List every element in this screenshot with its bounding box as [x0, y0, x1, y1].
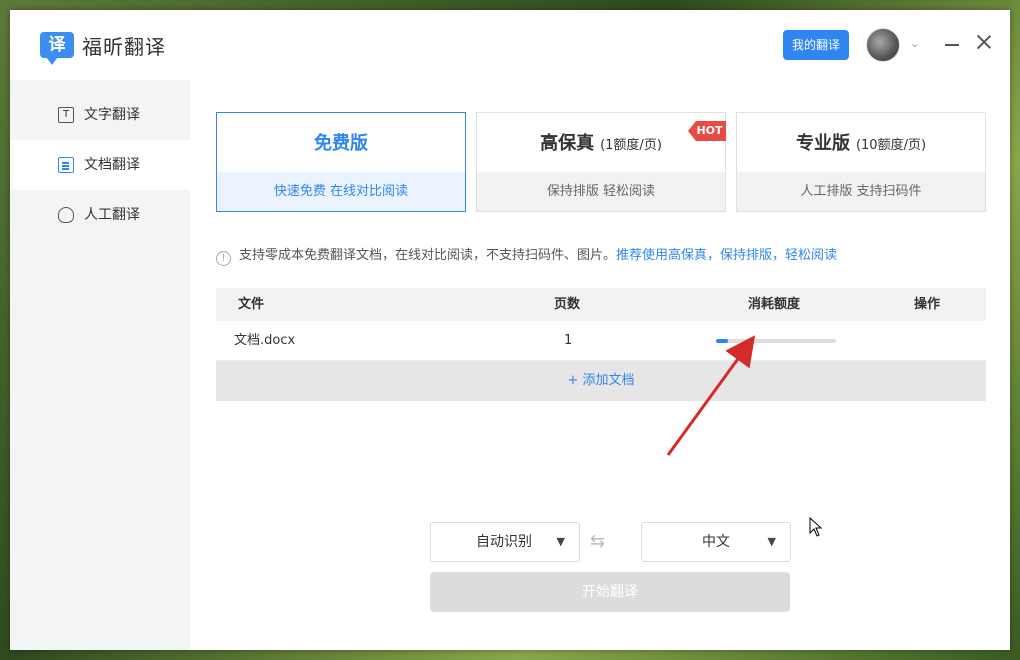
source-language-select[interactable]: 自动识别 ▼ [430, 522, 580, 562]
plan-name: 高保真 [540, 133, 595, 154]
col-cost: 消耗额度 [748, 297, 801, 312]
sidebar-item-label: 人工翻译 [84, 207, 140, 223]
file-name: 文档.docx [234, 333, 296, 348]
hot-badge: HOT [688, 121, 726, 141]
sidebar-item-text-translate[interactable]: T 文字翻译 [10, 90, 190, 140]
plan-desc: 人工排版 支持扫码件 [737, 172, 985, 211]
title-bar: 译 福昕翻译 我的翻译 ⌄ [10, 10, 1010, 80]
chevron-down-icon[interactable]: ⌄ [910, 37, 919, 50]
mouse-cursor-icon [809, 517, 823, 537]
text-icon: T [58, 107, 74, 123]
plan-price: (10额度/页) [855, 138, 927, 153]
cost-progress [716, 339, 836, 343]
notice-text: ! 支持零成本免费翻译文档，在线对比阅读，不支持扫码件、图片。推荐使用高保真，保持… [216, 244, 837, 266]
sidebar-item-document-translate[interactable]: 文档翻译 [10, 140, 190, 190]
file-table: 文件 页数 消耗额度 操作 文档.docx 1 + 添加文档 [216, 288, 986, 401]
notice-link[interactable]: 推荐使用高保真，保持排版，轻松阅读 [616, 248, 837, 263]
plan-card-free[interactable]: 免费版 快速免费 在线对比阅读 [216, 112, 466, 212]
person-icon [58, 207, 74, 223]
plan-card-hifi[interactable]: 高保真 (1额度/页) HOT 保持排版 轻松阅读 [476, 112, 726, 212]
plan-price: (1额度/页) [600, 138, 662, 153]
add-document-button[interactable]: + 添加文档 [216, 361, 986, 401]
watermark-logo: 下载吧 [885, 608, 993, 648]
caret-down-icon: ▼ [556, 535, 565, 548]
page-count: 1 [564, 333, 573, 348]
document-icon [58, 157, 74, 173]
plan-desc: 保持排版 轻松阅读 [477, 172, 725, 211]
col-pages: 页数 [554, 297, 581, 312]
caret-down-icon: ▼ [767, 535, 776, 548]
plan-name: 专业版 [795, 133, 850, 154]
sidebar-item-label: 文档翻译 [84, 157, 140, 173]
table-row: 文档.docx 1 [216, 321, 986, 361]
app-title: 福昕翻译 [82, 35, 166, 59]
info-icon: ! [216, 251, 231, 266]
app-window: 译 福昕翻译 我的翻译 ⌄ T 文字翻译 文档翻译 人工翻译 免费版 快速免费 … [10, 10, 1010, 650]
avatar[interactable] [866, 28, 900, 62]
plan-card-pro[interactable]: 专业版 (10额度/页) 人工排版 支持扫码件 [736, 112, 986, 212]
close-icon[interactable] [976, 34, 992, 50]
plan-name: 免费版 [314, 133, 368, 154]
table-header: 文件 页数 消耗额度 操作 [216, 288, 986, 321]
sidebar-item-human-translate[interactable]: 人工翻译 [10, 190, 190, 240]
col-action: 操作 [914, 297, 941, 312]
sidebar-item-label: 文字翻译 [84, 107, 140, 123]
cost-progress-fill [716, 339, 728, 343]
main-panel: 免费版 快速免费 在线对比阅读 高保真 (1额度/页) HOT 保持排版 轻松阅读… [190, 80, 1010, 650]
start-translate-button[interactable]: 开始翻译 [430, 572, 790, 612]
col-file: 文件 [238, 297, 265, 312]
swap-arrows-icon[interactable]: ⇆ [590, 531, 605, 552]
my-translations-button[interactable]: 我的翻译 [783, 30, 849, 60]
plan-desc: 快速免费 在线对比阅读 [217, 172, 465, 211]
target-language-value: 中文 [702, 534, 730, 550]
minimize-icon[interactable] [945, 44, 959, 46]
notice-message: 支持零成本免费翻译文档，在线对比阅读，不支持扫码件、图片。 [239, 248, 617, 263]
sidebar: T 文字翻译 文档翻译 人工翻译 [10, 80, 190, 650]
target-language-select[interactable]: 中文 ▼ [641, 522, 791, 562]
logo-icon: 译 [40, 32, 74, 65]
source-language-value: 自动识别 [476, 534, 532, 550]
